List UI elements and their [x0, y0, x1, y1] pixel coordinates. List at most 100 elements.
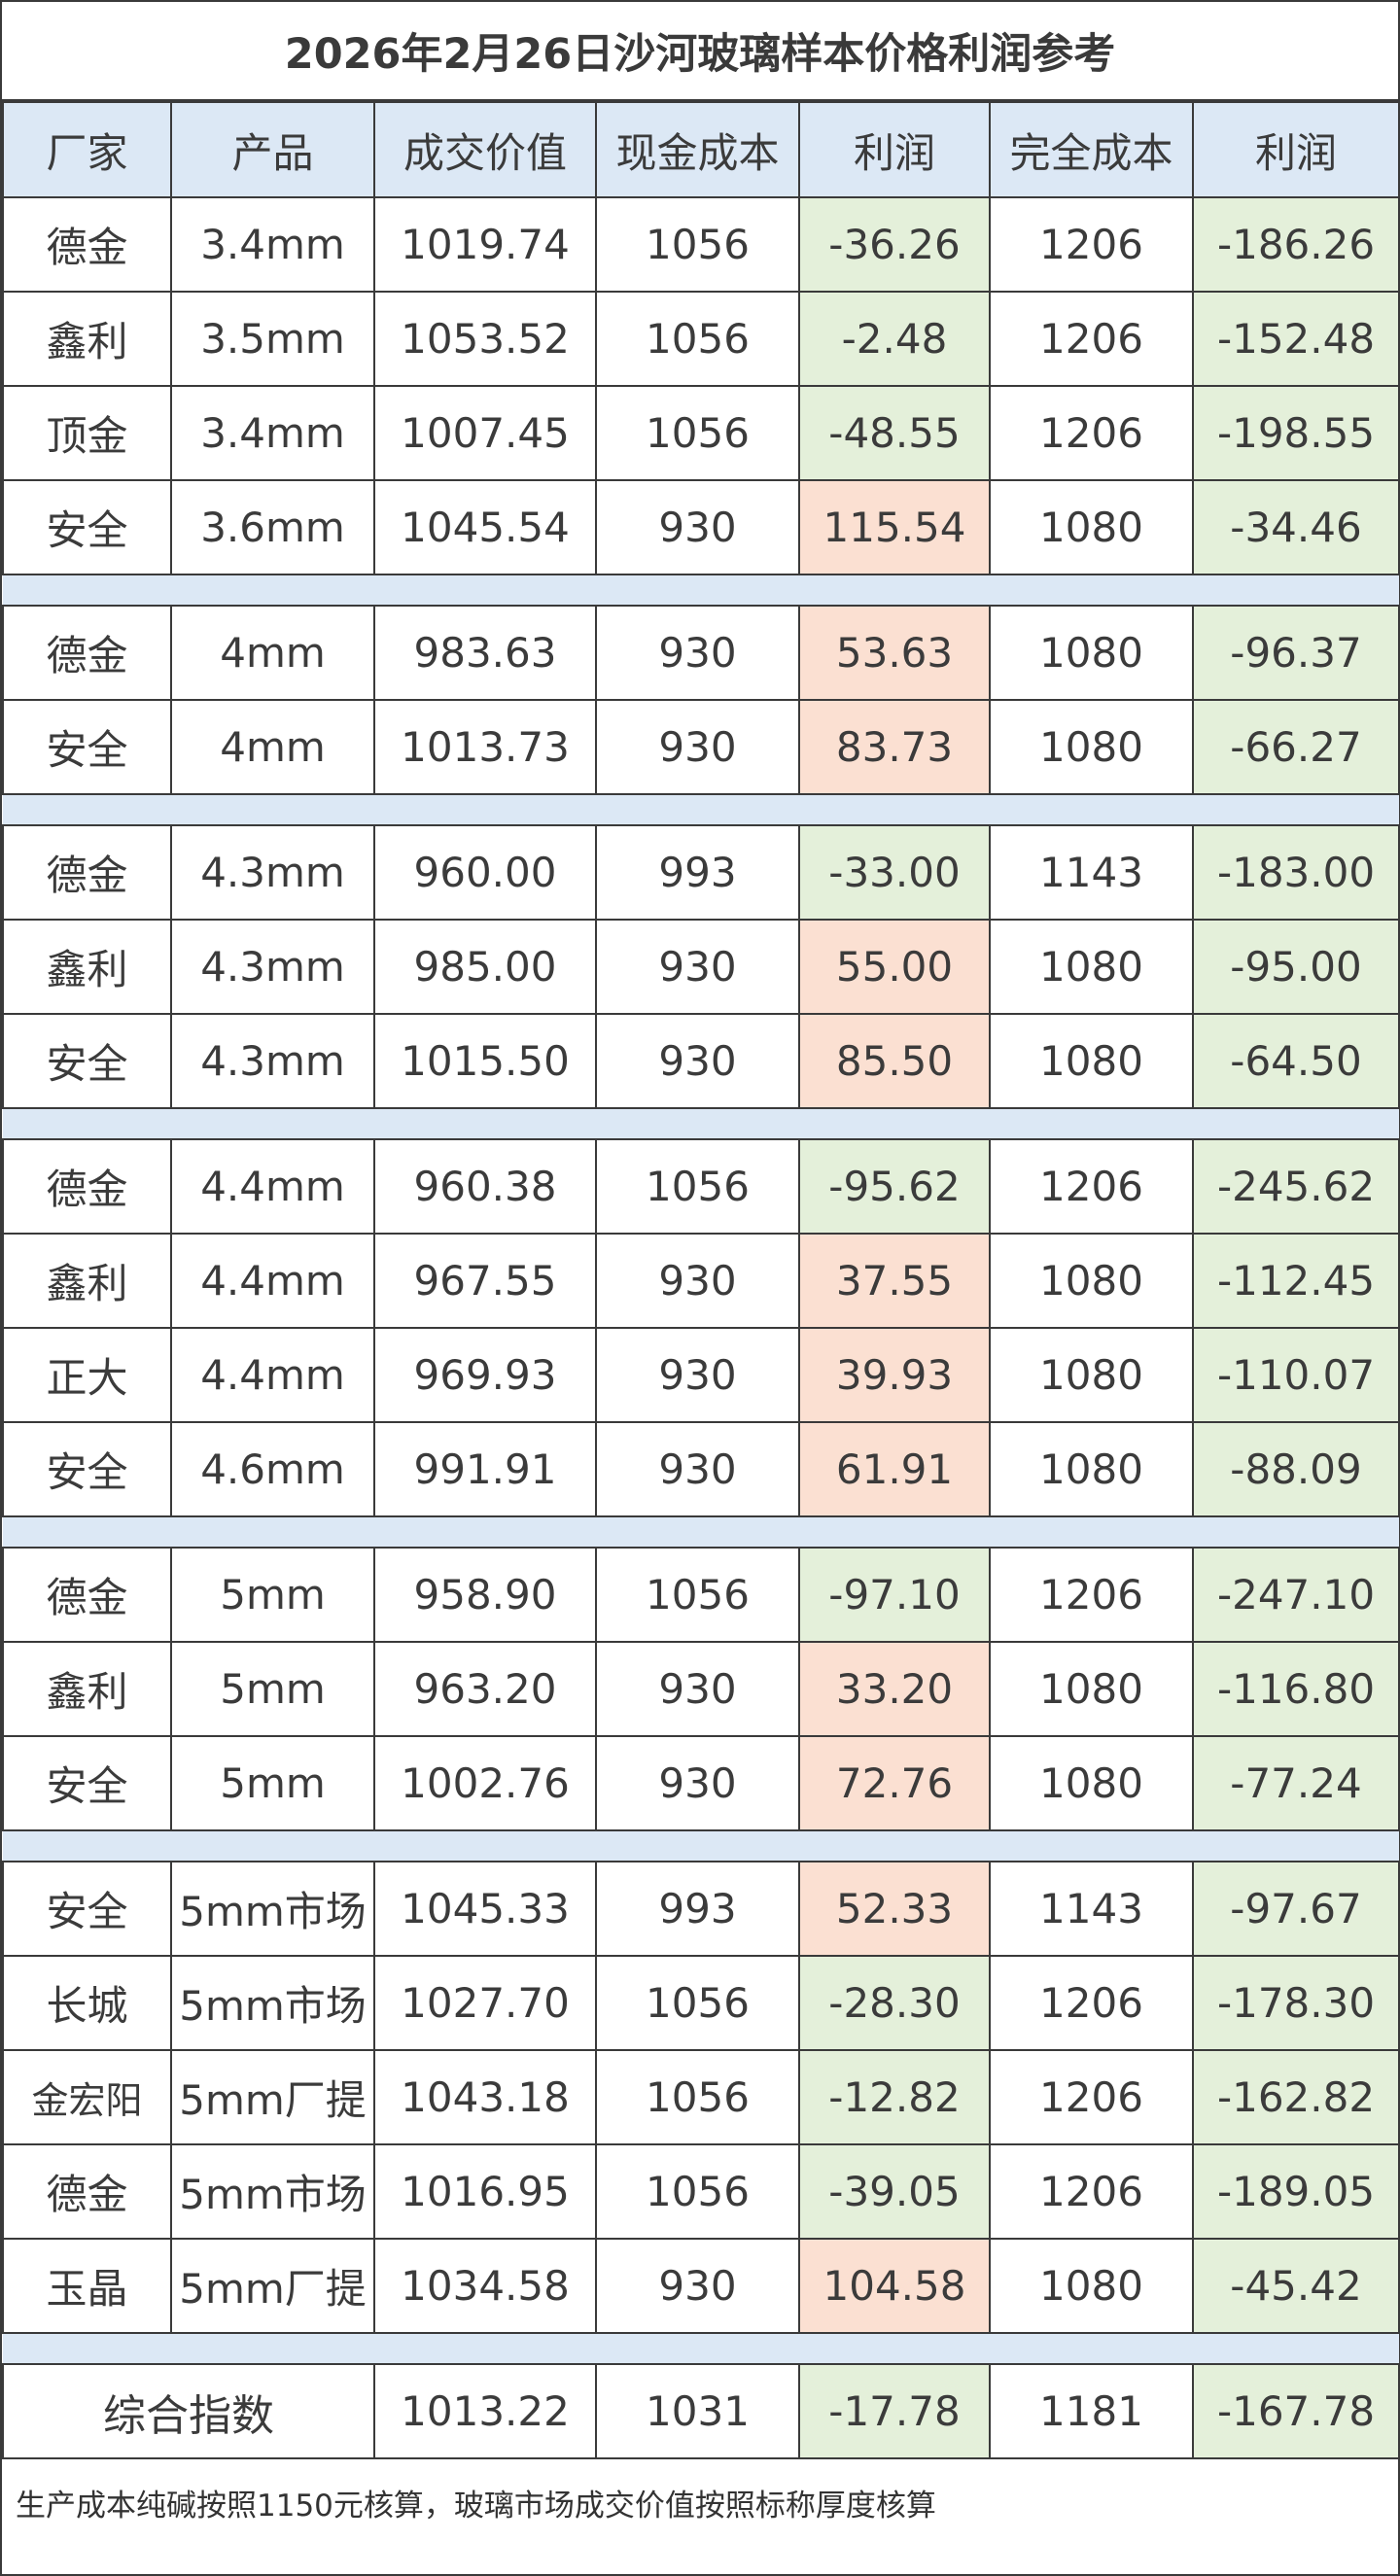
cash-cost-cell: 1056: [595, 1547, 800, 1643]
cash-cost-cell: 930: [595, 1421, 800, 1517]
table-row: 长城 5mm市场 1027.70 1056 -28.30 1206 -178.30: [2, 1955, 1400, 2051]
factory-cell: 安全: [2, 1421, 172, 1517]
cash-cost-cell: 1056: [595, 291, 800, 387]
full-profit-cell: -77.24: [1192, 1735, 1400, 1831]
factory-cell: 正大: [2, 1327, 172, 1423]
table-row: 安全 4mm 1013.73 930 83.73 1080 -66.27: [2, 699, 1400, 795]
product-cell: 3.5mm: [170, 291, 375, 387]
deal-value-cell: 958.90: [373, 1547, 597, 1643]
full-cost-cell: 1080: [989, 1013, 1194, 1109]
cash-profit-cell: 52.33: [798, 1861, 991, 1957]
full-cost-cell: 1206: [989, 291, 1194, 387]
deal-value-cell: 969.93: [373, 1327, 597, 1423]
deal-value-cell: 1034.58: [373, 2238, 597, 2334]
table-row: 金宏阳 5mm厂提 1043.18 1056 -12.82 1206 -162.82: [2, 2049, 1400, 2145]
cash-profit-cell: -48.55: [798, 385, 991, 481]
header-product: 产品: [170, 101, 375, 198]
product-cell: 3.4mm: [170, 196, 375, 293]
factory-cell: 安全: [2, 1861, 172, 1957]
deal-value-cell: 1045.33: [373, 1861, 597, 1957]
header-cash-cost: 现金成本: [595, 101, 800, 198]
full-profit-cell: -162.82: [1192, 2049, 1400, 2145]
table-row: 鑫利 5mm 963.20 930 33.20 1080 -116.80: [2, 1641, 1400, 1737]
factory-cell: 鑫利: [2, 1233, 172, 1329]
deal-value-cell: 963.20: [373, 1641, 597, 1737]
table-row: 鑫利 3.5mm 1053.52 1056 -2.48 1206 -152.48: [2, 291, 1400, 387]
cash-profit-cell: 83.73: [798, 699, 991, 795]
factory-cell: 德金: [2, 824, 172, 921]
cash-profit-cell: 104.58: [798, 2238, 991, 2334]
cash-profit-cell: -28.30: [798, 1955, 991, 2051]
deal-value-cell: 991.91: [373, 1421, 597, 1517]
header-row: 厂家 产品 成交价值 现金成本 利润 完全成本 利润: [2, 101, 1400, 198]
factory-cell: 安全: [2, 1013, 172, 1109]
header-deal-value: 成交价值: [373, 101, 597, 198]
cash-profit-cell: -36.26: [798, 196, 991, 293]
summary-row: 综合指数 1013.22 1031 -17.78 1181 -167.78: [2, 2363, 1400, 2459]
table-row: 德金 4mm 983.63 930 53.63 1080 -96.37: [2, 605, 1400, 701]
group-separator-band: [3, 793, 1399, 826]
deal-value-cell: 985.00: [373, 919, 597, 1015]
header-factory: 厂家: [2, 101, 172, 198]
product-cell: 4.3mm: [170, 824, 375, 921]
cash-cost-cell: 993: [595, 824, 800, 921]
deal-value-cell: 1027.70: [373, 1955, 597, 2051]
full-profit-cell: -183.00: [1192, 824, 1400, 921]
deal-value-cell: 1043.18: [373, 2049, 597, 2145]
cash-cost-cell: 1056: [595, 1138, 800, 1235]
table-row: 德金 5mm 958.90 1056 -97.10 1206 -247.10: [2, 1547, 1400, 1643]
table-row: 鑫利 4.3mm 985.00 930 55.00 1080 -95.00: [2, 919, 1400, 1015]
factory-cell: 鑫利: [2, 1641, 172, 1737]
group-separator: [3, 574, 1399, 607]
full-profit-cell: -95.00: [1192, 919, 1400, 1015]
deal-value-cell: 1016.95: [373, 2143, 597, 2240]
full-profit-cell: -97.67: [1192, 1861, 1400, 1957]
full-profit-cell: -245.62: [1192, 1138, 1400, 1235]
cash-cost-cell: 1056: [595, 2143, 800, 2240]
group-separator: [3, 2332, 1399, 2365]
deal-value-cell: 960.00: [373, 824, 597, 921]
cash-profit-cell: 53.63: [798, 605, 991, 701]
cash-cost-cell: 1056: [595, 196, 800, 293]
cash-profit-cell: 115.54: [798, 479, 991, 575]
header-full-profit: 利润: [1192, 101, 1400, 198]
factory-cell: 金宏阳: [2, 2049, 172, 2145]
factory-cell: 德金: [2, 1547, 172, 1643]
product-cell: 5mm: [170, 1735, 375, 1831]
product-cell: 5mm: [170, 1547, 375, 1643]
full-cost-cell: 1206: [989, 385, 1194, 481]
product-cell: 4mm: [170, 605, 375, 701]
group-separator: [3, 793, 1399, 826]
full-profit-cell: -198.55: [1192, 385, 1400, 481]
cash-cost-cell: 1056: [595, 385, 800, 481]
full-profit-cell: -66.27: [1192, 699, 1400, 795]
full-cost-cell: 1143: [989, 1861, 1194, 1957]
full-cost-cell: 1080: [989, 1735, 1194, 1831]
summary-cash-cost: 1031: [595, 2363, 800, 2459]
cash-profit-cell: 37.55: [798, 1233, 991, 1329]
full-profit-cell: -186.26: [1192, 196, 1400, 293]
group-separator-band: [3, 1829, 1399, 1862]
cash-cost-cell: 993: [595, 1861, 800, 1957]
factory-cell: 德金: [2, 196, 172, 293]
full-cost-cell: 1206: [989, 2143, 1194, 2240]
full-profit-cell: -112.45: [1192, 1233, 1400, 1329]
cash-cost-cell: 930: [595, 1735, 800, 1831]
deal-value-cell: 1013.73: [373, 699, 597, 795]
price-profit-sheet: 2026年2月26日沙河玻璃样本价格利润参考 厂家 产品 成交价值 现金成本 利…: [0, 0, 1400, 2576]
cash-profit-cell: -39.05: [798, 2143, 991, 2240]
table-row: 正大 4.4mm 969.93 930 39.93 1080 -110.07: [2, 1327, 1400, 1423]
full-profit-cell: -116.80: [1192, 1641, 1400, 1737]
product-cell: 4.4mm: [170, 1327, 375, 1423]
factory-cell: 安全: [2, 1735, 172, 1831]
full-cost-cell: 1206: [989, 196, 1194, 293]
factory-cell: 德金: [2, 2143, 172, 2240]
full-profit-cell: -34.46: [1192, 479, 1400, 575]
group-separator: [3, 1107, 1399, 1140]
summary-full-cost: 1181: [989, 2363, 1194, 2459]
cash-cost-cell: 930: [595, 919, 800, 1015]
product-cell: 4.3mm: [170, 1013, 375, 1109]
group-separator-band: [3, 2332, 1399, 2365]
full-profit-cell: -178.30: [1192, 1955, 1400, 2051]
deal-value-cell: 983.63: [373, 605, 597, 701]
